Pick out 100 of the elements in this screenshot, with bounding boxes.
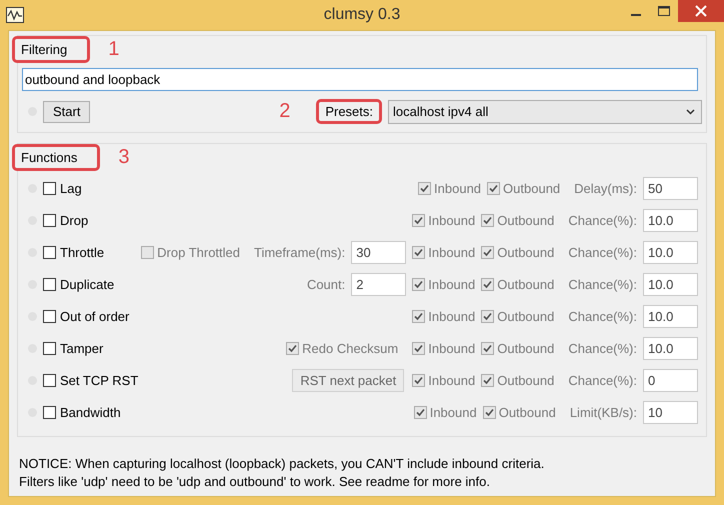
annotation-number: 2 (279, 100, 290, 123)
check-icon (413, 374, 424, 386)
function-label: Out of order (60, 308, 130, 324)
check-icon (287, 342, 298, 354)
function-label: Tamper (60, 340, 104, 356)
inbound-checkbox[interactable] (412, 246, 426, 258)
rst-button[interactable]: RST next packet (292, 368, 404, 392)
inbound-checkbox[interactable] (412, 214, 426, 226)
parameter-field[interactable]: 10.0 (643, 336, 698, 360)
function-checkbox[interactable] (43, 182, 56, 194)
function-label: Throttle (60, 244, 104, 260)
function-checkbox[interactable] (43, 246, 56, 258)
inbound-checkbox[interactable] (412, 310, 426, 322)
outbound-checkbox[interactable] (481, 374, 494, 386)
function-label: Duplicate (60, 276, 114, 292)
outbound-label: Outbound (498, 404, 556, 420)
function-checkbox[interactable] (43, 342, 56, 354)
outbound-checkbox[interactable] (481, 278, 494, 290)
parameter-field[interactable]: 0 (643, 368, 698, 392)
inbound-label: Inbound (428, 340, 476, 356)
outbound-checkbox[interactable] (481, 246, 494, 258)
annotation-number: 1 (108, 38, 120, 60)
check-icon (413, 214, 424, 226)
field-label: Timeframe(ms): (254, 244, 346, 260)
parameter-label: Chance(%): (568, 276, 637, 292)
check-icon (413, 342, 424, 354)
field-label: Count: (306, 276, 346, 292)
function-label: Lag (60, 180, 82, 196)
notice-text: NOTICE: When capturing localhost (loopback) packets, you CAN'T include inbound criteria. (19, 456, 544, 471)
function-label: Bandwidth (60, 404, 121, 420)
check-icon (413, 246, 424, 258)
option-label: Redo Checksum (302, 340, 398, 356)
inbound-label: Inbound (428, 372, 476, 388)
parameter-label: Chance(%): (568, 244, 637, 260)
group-heading: Functions (21, 150, 78, 164)
check-icon (482, 278, 494, 290)
option-checkbox[interactable] (141, 246, 154, 258)
notice-text: Filters like 'udp' need to be 'udp and outbound' to work. See readme for more info. (19, 474, 490, 489)
outbound-label: Outbound (503, 180, 560, 196)
presets-dropdown[interactable]: localhost ipv4 all (388, 100, 702, 124)
parameter-label: Chance(%): (568, 212, 637, 228)
parameter-label: Chance(%): (568, 308, 637, 324)
outbound-label: Outbound (497, 212, 554, 228)
inbound-checkbox[interactable] (412, 374, 426, 386)
parameter-field[interactable]: 10.0 (643, 240, 698, 264)
inbound-label: Inbound (430, 404, 477, 420)
parameter-field[interactable]: 10.0 (643, 304, 698, 328)
inbound-label: Inbound (428, 212, 476, 228)
parameter-label: Delay(ms): (574, 180, 637, 196)
function-checkbox[interactable] (43, 310, 56, 322)
inbound-checkbox[interactable] (418, 182, 432, 194)
outbound-label: Outbound (497, 276, 554, 292)
waveform-icon (6, 7, 24, 23)
outbound-checkbox[interactable] (481, 342, 494, 354)
check-icon (413, 310, 424, 322)
maximize-icon (658, 6, 670, 16)
parameter-field[interactable]: 10 (643, 400, 698, 424)
window-title: clumsy 0.3 (324, 6, 400, 23)
check-icon (482, 214, 494, 226)
outbound-checkbox[interactable] (481, 214, 494, 226)
parameter-field[interactable]: 50 (643, 176, 698, 200)
option-label: Drop Throttled (157, 244, 240, 260)
inbound-checkbox[interactable] (414, 406, 427, 418)
inbound-label: Inbound (434, 180, 482, 196)
outbound-checkbox[interactable] (487, 182, 500, 194)
presets-label: Presets: (325, 104, 373, 119)
check-icon (419, 182, 430, 194)
outbound-label: Outbound (497, 340, 554, 356)
option-checkbox[interactable] (286, 342, 300, 354)
input-field[interactable]: 2 (351, 272, 406, 296)
parameter-label: Chance(%): (568, 340, 637, 356)
check-icon (488, 182, 500, 194)
function-checkbox[interactable] (43, 374, 56, 386)
check-icon (484, 406, 495, 418)
function-label: Set TCP RST (60, 372, 138, 388)
filter-field[interactable]: outbound and loopback (22, 68, 698, 91)
check-icon (414, 406, 426, 418)
group-heading: Filtering (21, 42, 68, 56)
close-button[interactable] (678, 0, 724, 22)
close-icon (695, 5, 707, 17)
input-field[interactable]: 30 (351, 240, 406, 264)
inbound-label: Inbound (428, 308, 476, 324)
outbound-label: Outbound (497, 244, 554, 260)
function-checkbox[interactable] (43, 278, 56, 290)
function-checkbox[interactable] (43, 214, 56, 226)
caret-icon (686, 108, 695, 114)
check-icon (482, 310, 494, 322)
outbound-label: Outbound (497, 308, 554, 324)
parameter-field[interactable]: 10.0 (643, 272, 698, 296)
outbound-checkbox[interactable] (482, 406, 496, 418)
outbound-checkbox[interactable] (481, 310, 494, 322)
start-button[interactable]: Start (43, 100, 90, 122)
inbound-checkbox[interactable] (412, 342, 426, 354)
inbound-checkbox[interactable] (412, 278, 426, 290)
function-checkbox[interactable] (43, 406, 56, 418)
outbound-label: Outbound (497, 372, 554, 388)
parameter-field[interactable]: 10.0 (643, 208, 698, 232)
check-icon (482, 246, 494, 258)
check-icon (482, 342, 494, 354)
inbound-label: Inbound (428, 244, 476, 260)
